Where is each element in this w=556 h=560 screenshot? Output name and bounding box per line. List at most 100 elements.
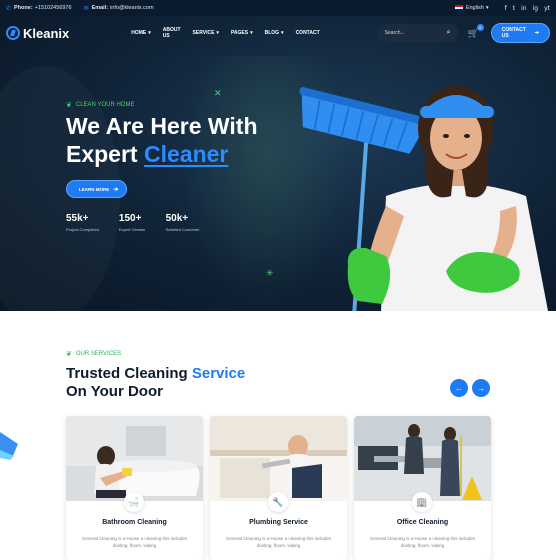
cart-button[interactable]: 🛒 0 [468, 23, 484, 39]
headline-accent: Cleaner [143, 141, 229, 167]
service-card-office[interactable]: 🏢 Office Cleaning General Cleaning is a … [354, 416, 491, 560]
nav-item-pages[interactable]: PAGES ▾ [231, 27, 253, 39]
logo[interactable]: Kleanix [6, 26, 69, 41]
services-tag: ❦ OUR SERVICES [66, 350, 121, 358]
nav-item-label: HOME [131, 30, 147, 36]
headline-line2: Expert Cleaner [66, 140, 306, 168]
hero-tagline: ❦ CLEAN YOUR HOME [66, 101, 134, 109]
nav-menu: HOME ▾ ABOUT US SERVICE ▾ PAGES ▾ BLOG ▾ CON… [131, 27, 331, 39]
service-card-plumbing[interactable]: 🔧 Plumbing Service General Cleaning is a… [210, 416, 347, 560]
logo-text: Kleanix [23, 25, 70, 41]
wrench-icon: 🔧 [272, 496, 284, 507]
leaf-icon: ❦ [66, 102, 72, 109]
hero-section: Kleanix HOME ▾ ABOUT US SERVICE ▾ PAGES ▾ B… [0, 16, 556, 311]
plumbing-photo [210, 416, 347, 501]
phone-icon: ✆ [6, 5, 12, 12]
chevron-down-icon: ▾ [281, 30, 284, 36]
nav-item-about[interactable]: ABOUT US [163, 27, 181, 39]
language-label: English [465, 5, 484, 11]
service-icon-wrap: 🔧 [268, 492, 288, 512]
arrow-left-icon: ← [455, 383, 463, 393]
services-tag-text: OUR SERVICES [75, 351, 122, 357]
stat-value: 150+ [118, 213, 142, 224]
headline-plain: Expert [66, 141, 144, 167]
phone-value: +15102456976 [34, 5, 72, 11]
nav-item-label: ABOUT US [162, 27, 181, 39]
stat-item: 55k+ Project Completed [66, 213, 99, 232]
service-card-title: Bathroom Cleaning [102, 519, 167, 526]
bathroom-photo [66, 416, 203, 501]
service-icon-wrap: 🏢 [412, 492, 432, 512]
nav-item-label: SERVICE [192, 30, 215, 36]
instagram-icon[interactable]: ig [533, 5, 538, 12]
stat-item: 50k+ Satisfied Customer [166, 213, 200, 232]
services-title: Trusted Cleaning Service On Your Door [66, 365, 245, 401]
search-box[interactable]: ⌕ [377, 24, 458, 42]
learn-more-label: LEARN MORE [79, 186, 110, 192]
stat-value: 50k+ [165, 213, 189, 224]
service-card-text: General Cleaning is a House a cleaning t… [81, 536, 188, 548]
service-icon-wrap: 🛁 [124, 492, 144, 512]
services-title-plain: Trusted Cleaning [66, 365, 192, 382]
nav-item-label: PAGES [230, 30, 249, 36]
stat-label: Satisfied Customer [165, 227, 200, 232]
service-card-text: General Cleaning is a House a cleaning t… [369, 536, 476, 548]
chevron-down-icon: ▾ [250, 30, 253, 36]
hero-stats: 55k+ Project Completed 150+ Expert Clean… [66, 213, 219, 232]
service-card-title: Plumbing Service [249, 519, 308, 526]
bucket-decoration [0, 432, 18, 460]
hero-tagline-text: CLEAN YOUR HOME [75, 102, 135, 108]
office-photo [354, 416, 491, 501]
nav-item-service[interactable]: SERVICE ▾ [193, 27, 219, 39]
learn-more-button[interactable]: LEARN MORE ➔ [66, 180, 128, 198]
logo-mark-icon [6, 26, 20, 40]
phone-label: Phone: [14, 5, 33, 11]
services-title-line1: Trusted Cleaning Service [66, 365, 245, 383]
youtube-icon[interactable]: yt [544, 5, 550, 12]
services-title-line2: On Your Door [66, 383, 163, 400]
language-selector[interactable]: English ▾ [454, 5, 489, 11]
headline-line1: We Are Here With [66, 113, 258, 139]
search-icon[interactable]: ⌕ [447, 29, 451, 37]
chevron-down-icon: ▾ [485, 5, 489, 11]
contact-us-button[interactable]: CONTACT US ➔ [490, 23, 550, 43]
arrow-right-icon: → [477, 383, 485, 393]
nav-item-label: CONTACT [295, 30, 320, 36]
bathtub-icon: 🛁 [128, 496, 140, 507]
chevron-down-icon: ▾ [148, 30, 151, 36]
linkedin-icon[interactable]: in [521, 5, 526, 12]
building-icon: 🏢 [416, 496, 428, 507]
stat-value: 55k+ [66, 213, 89, 224]
top-bar: ✆ Phone: +15102456976 ✉ Email: info@klea… [0, 0, 556, 16]
arrow-right-icon: ➔ [534, 30, 539, 36]
stat-item: 150+ Expert Cleaner [119, 213, 146, 232]
arrow-right-icon: ➔ [113, 186, 119, 193]
chevron-down-icon: ▾ [216, 30, 219, 36]
nav-item-label: BLOG [264, 30, 280, 36]
sparkle-icon: ✳ [266, 268, 274, 278]
main-nav: Kleanix HOME ▾ ABOUT US SERVICE ▾ PAGES ▾ B… [0, 16, 556, 50]
facebook-icon[interactable]: f [505, 5, 507, 12]
contact-us-label: CONTACT US [501, 27, 526, 39]
email-info[interactable]: ✉ Email: info@kleanix.com [84, 5, 154, 12]
service-card-text: General Cleaning is a House a cleaning t… [225, 536, 332, 548]
stat-label: Expert Cleaner [118, 227, 146, 232]
service-card-bathroom[interactable]: 🛁 Bathroom Cleaning General Cleaning is … [66, 416, 203, 560]
slider-next-button[interactable]: → [472, 379, 490, 397]
twitter-icon[interactable]: t [513, 5, 515, 12]
slider-prev-button[interactable]: ← [450, 379, 468, 397]
email-icon: ✉ [83, 5, 89, 12]
services-title-accent: Service [191, 365, 246, 382]
stat-label: Project Completed [66, 227, 99, 232]
nav-item-contact[interactable]: CONTACT [296, 27, 320, 39]
cleaner-woman-image [299, 86, 548, 311]
email-value: info@kleanix.com [110, 5, 154, 11]
search-input[interactable] [384, 30, 441, 36]
uk-flag-icon [454, 5, 463, 11]
hero-headline: We Are Here With Expert Cleaner [66, 112, 306, 168]
service-card-title: Office Cleaning [396, 519, 449, 526]
phone-info[interactable]: ✆ Phone: +15102456976 [6, 5, 72, 12]
nav-item-home[interactable]: HOME ▾ [131, 27, 151, 39]
nav-item-blog[interactable]: BLOG ▾ [265, 27, 284, 39]
sparkle-icon: ✕ [214, 88, 222, 98]
